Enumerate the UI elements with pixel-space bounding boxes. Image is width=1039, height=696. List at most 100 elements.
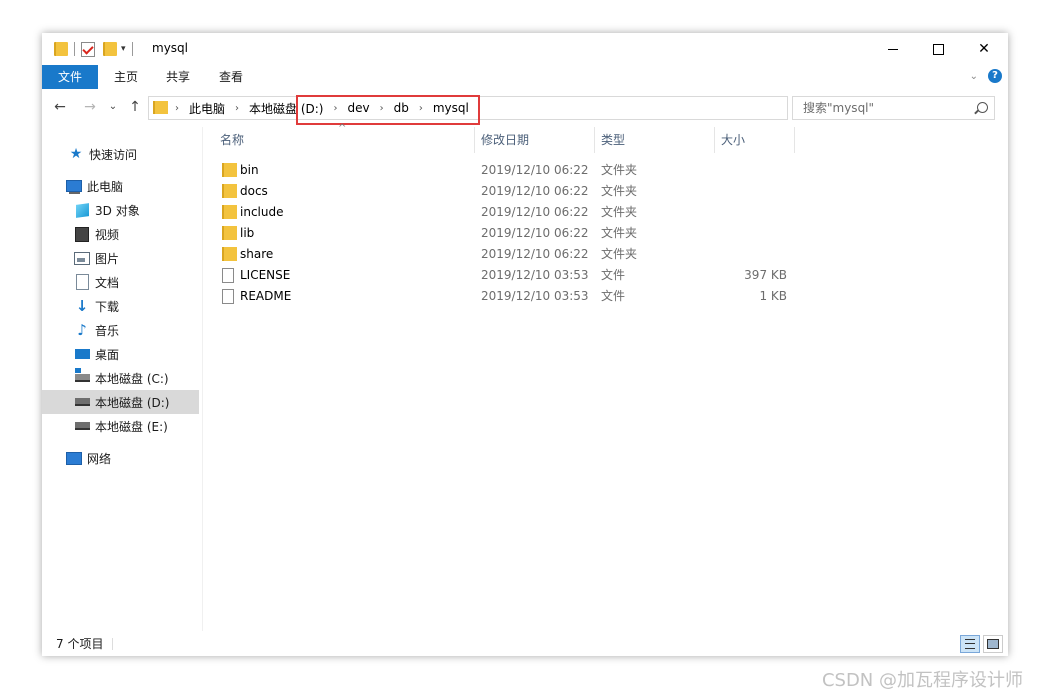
column-header-date[interactable]: 修改日期 [481,127,529,153]
nav-item-downloads[interactable]: ↓ 下载 [42,294,199,318]
column-header-name[interactable]: 名称 [220,127,244,153]
file-name: LICENSE [240,268,291,282]
search-icon[interactable] [977,102,988,113]
download-icon: ↓ [75,297,89,315]
file-size: 1 KB [759,289,787,303]
nav-item-this-pc[interactable]: 此电脑 [42,174,199,198]
details-view-icon [965,639,975,649]
nav-item-pictures[interactable]: 图片 [42,246,199,270]
nav-item-label: 本地磁盘 (C:) [95,371,169,386]
file-name: README [240,289,292,303]
file-date: 2019/12/10 06:22 [481,184,589,198]
tab-view[interactable]: 查看 [209,65,253,89]
sort-ascending-icon: ^ [338,123,347,134]
file-type: 文件 [601,289,626,303]
folder-icon[interactable] [54,42,68,56]
back-button[interactable]: ← [50,96,70,118]
network-icon [66,450,82,466]
large-icons-view-button[interactable] [983,635,1003,653]
pictures-icon [74,250,90,266]
toolbar-divider [74,42,75,56]
file-date: 2019/12/10 06:22 [481,226,589,240]
close-icon: ✕ [978,41,990,57]
nav-item-quick-access[interactable]: ★ 快速访问 [42,142,199,166]
nav-item-network[interactable]: 网络 [42,446,199,470]
watermark: CSDN @加瓦程序设计师 [821,670,1023,691]
maximize-button[interactable] [915,33,961,65]
details-view-button[interactable] [960,635,980,653]
table-row[interactable]: include 2019/12/10 06:22 文件夹 [218,202,794,223]
table-row[interactable]: README 2019/12/10 03:53 文件 1 KB [218,286,794,307]
table-row[interactable]: docs 2019/12/10 06:22 文件夹 [218,181,794,202]
nav-item-label: 视频 [95,227,120,242]
file-date: 2019/12/10 03:53 [481,268,589,282]
file-date: 2019/12/10 03:53 [481,289,589,303]
tab-file[interactable]: 文件 [42,65,98,89]
nav-item-3d-objects[interactable]: 3D 对象 [42,198,199,222]
nav-item-drive-e[interactable]: 本地磁盘 (E:) [42,414,199,438]
column-header-type[interactable]: 类型 [601,127,625,153]
file-list: ^ 名称 修改日期 类型 大小 bin 2019/12/10 06:22 文件夹… [202,123,1008,632]
pane-divider[interactable] [202,127,203,631]
chevron-right-icon[interactable]: › [419,103,423,114]
star-icon: ★ [69,146,83,162]
minimize-button[interactable] [870,33,916,65]
navigation-bar: ← → ⌄ ↑ › 此电脑 › 本地磁盘 (D:) › dev › db › m… [42,93,1008,121]
folder-icon [222,205,237,219]
customize-toolbar-icon[interactable]: ▾ [121,44,126,54]
video-icon [74,226,90,242]
table-row[interactable]: bin 2019/12/10 06:22 文件夹 [218,160,794,181]
nav-item-music[interactable]: ♪ 音乐 [42,318,199,342]
address-bar[interactable]: › 此电脑 › 本地磁盘 (D:) › dev › db › mysql ⌄ ↻ [148,96,884,120]
breadcrumb-drive-d[interactable]: 本地磁盘 (D:) [249,100,323,117]
tab-share[interactable]: 共享 [156,65,200,89]
tab-home[interactable]: 主页 [104,65,148,89]
breadcrumb-this-pc[interactable]: 此电脑 [189,100,225,117]
breadcrumb: › 此电脑 › 本地磁盘 (D:) › dev › db › mysql [173,97,469,119]
recent-locations-button[interactable]: ⌄ [106,96,120,118]
folder-icon [222,184,237,198]
table-row[interactable]: lib 2019/12/10 06:22 文件夹 [218,223,794,244]
nav-item-videos[interactable]: 视频 [42,222,199,246]
column-header-size[interactable]: 大小 [721,127,745,153]
nav-item-drive-c[interactable]: 本地磁盘 (C:) [42,366,199,390]
breadcrumb-db[interactable]: db [394,101,409,115]
table-row[interactable]: share 2019/12/10 06:22 文件夹 [218,244,794,265]
nav-item-documents[interactable]: 文档 [42,270,199,294]
close-button[interactable]: ✕ [961,33,1007,65]
nav-item-label: 快速访问 [89,147,138,162]
chevron-right-icon[interactable]: › [235,103,239,114]
table-row[interactable]: LICENSE 2019/12/10 03:53 文件 397 KB [218,265,794,286]
up-button[interactable]: ↑ [126,96,144,118]
column-divider[interactable] [474,127,475,153]
properties-icon[interactable] [81,41,95,57]
file-size [714,160,787,181]
nav-item-label: 3D 对象 [95,203,140,218]
file-size [714,181,787,202]
explorer-window: ▾ mysql ✕ 文件 主页 共享 查看 ⌄ ? ← → ⌄ ↑ › 此电脑 … [42,33,1008,656]
nav-item-drive-d[interactable]: 本地磁盘 (D:) [42,390,199,414]
breadcrumb-dev[interactable]: dev [347,101,369,115]
nav-item-label: 本地磁盘 (D:) [95,395,170,410]
chevron-right-icon[interactable]: › [380,103,384,114]
nav-item-desktop[interactable]: 桌面 [42,342,199,366]
maximize-icon [932,43,944,55]
minimize-icon [888,48,898,50]
chevron-right-icon[interactable]: › [333,103,337,114]
nav-item-label: 下载 [95,299,120,314]
file-size [714,202,787,223]
column-divider[interactable] [714,127,715,153]
expand-ribbon-icon[interactable]: ⌄ [970,71,978,82]
file-size: 397 KB [744,268,787,282]
column-divider[interactable] [794,127,795,153]
column-divider[interactable] [594,127,595,153]
status-bar: 7 个项目 [42,632,1008,656]
new-folder-icon[interactable] [103,42,117,56]
file-name: include [240,205,284,219]
help-icon[interactable]: ? [988,69,1002,83]
forward-button[interactable]: → [80,96,100,118]
chevron-right-icon[interactable]: › [175,103,179,114]
search-input[interactable]: 搜索"mysql" [792,96,995,120]
file-name: bin [240,163,259,177]
breadcrumb-mysql[interactable]: mysql [433,101,469,115]
